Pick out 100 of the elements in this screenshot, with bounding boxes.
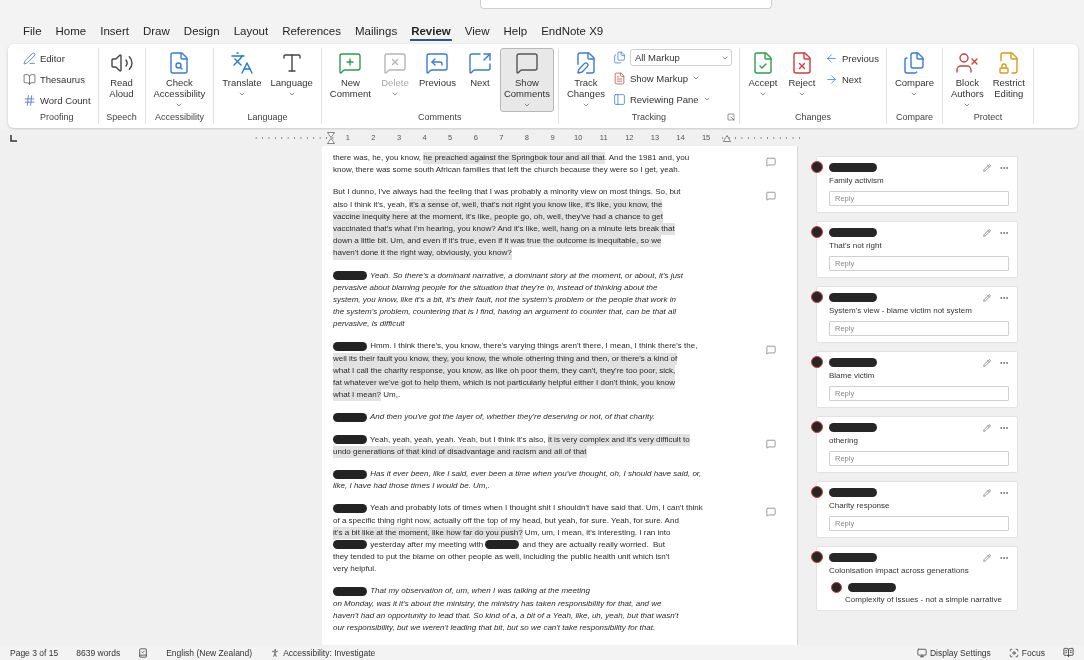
ribbon-button[interactable]: Previous [821, 49, 882, 67]
menu-tab[interactable]: Design [182, 23, 221, 41]
redaction-mark [485, 540, 520, 550]
transcript-text: yesterday after my meeting with [369, 538, 485, 551]
redaction-mark [848, 583, 896, 592]
tab-selector-icon[interactable] [10, 134, 17, 142]
comment-icon[interactable] [766, 507, 776, 518]
comment-text: othering [829, 436, 859, 445]
transcript-text: it is very complex and it's very difficult to [547, 433, 690, 446]
comment-share-icon [467, 51, 492, 75]
pencil-icon[interactable] [983, 358, 991, 367]
search-field[interactable] [480, 0, 772, 9]
caret-icon [702, 95, 711, 103]
transcript-text: it's a bit like at the moment, like how far do you push? [333, 526, 523, 539]
transcript-text: Um, um, I mean, it's interesting. I ran into [523, 526, 671, 539]
caret-icon [910, 90, 919, 98]
read-mode-icon[interactable] [1063, 647, 1074, 658]
transcript-text: the system's problem, countering that is I find, having an argument to counter that, can be that all [333, 306, 677, 319]
ribbon-button[interactable]: Reject [782, 48, 821, 112]
pencil-icon[interactable] [983, 228, 991, 237]
redaction-mark [829, 293, 877, 302]
ribbon-button[interactable]: Check Accessibility [149, 48, 210, 112]
transcript-text: Yeah, yeah, yeah, yeah. Yeah, but I think it's also, [369, 433, 547, 446]
transcript-text: system, you know, like it's a bit, it's their fault, not the system's problem or the people that work in [333, 293, 676, 306]
launcher-icon[interactable] [726, 113, 735, 121]
ribbon-button[interactable]: Next [821, 70, 882, 88]
caret-icon [581, 101, 590, 109]
indent-marker-icon[interactable] [327, 132, 335, 144]
focus-button[interactable]: Focus [1008, 647, 1045, 658]
ribbon-button[interactable]: Language [266, 48, 317, 112]
pencil-icon[interactable] [983, 163, 991, 172]
redaction-mark [333, 271, 367, 281]
comment-text: Charity response [829, 501, 891, 510]
comment-icon[interactable] [766, 191, 776, 202]
speaker-icon [109, 51, 134, 75]
avatar [811, 356, 823, 368]
transcript-text: But I dunno, I've always had the feeling that I was probably a minority view on most things. So, but [333, 186, 681, 199]
transcript-text: undo generations of that kind of disadvantage and racism and all of that [333, 445, 587, 458]
menu-tab[interactable]: View [463, 23, 491, 41]
language-label[interactable]: English (New Zealand) [166, 647, 253, 658]
group-label: Speech [106, 112, 137, 124]
page-count[interactable]: Page 3 of 15 [10, 647, 59, 658]
pencil-icon[interactable] [983, 293, 991, 302]
ribbon-button[interactable]: New Comment [325, 48, 375, 112]
indent-marker-icon[interactable] [722, 134, 731, 142]
caret-icon [797, 90, 806, 98]
comment-icon[interactable] [766, 438, 776, 449]
menu-tab[interactable]: Home [54, 23, 88, 41]
transcript-text: they tended to put the blame on other people as well, including the public health unit which isn't [333, 551, 670, 564]
markup-select[interactable]: All Markup [629, 49, 732, 66]
avatar [831, 582, 842, 593]
ribbon-button[interactable]: Track Changes [562, 48, 609, 112]
comment-icon[interactable] [766, 345, 776, 356]
display-settings-button[interactable]: Display Settings [916, 647, 991, 658]
group-label: Tracking [631, 112, 666, 124]
menu-tab[interactable]: References [281, 23, 342, 41]
menu-tab[interactable]: Insert [99, 23, 130, 41]
ribbon-button[interactable]: Translate [218, 48, 266, 112]
proofing-icon[interactable] [138, 647, 149, 658]
ribbon-button[interactable]: Editor [20, 49, 94, 67]
menu-tab[interactable]: Mailings [354, 23, 399, 41]
menu-tab[interactable]: Review [410, 23, 452, 41]
ribbon-button[interactable]: Previous [415, 48, 460, 112]
ribbon-button[interactable]: Accept [743, 48, 782, 112]
menu-tab[interactable]: Help [502, 23, 529, 41]
caret-icon [522, 101, 531, 109]
hash-icon [23, 93, 36, 107]
transcript-text: like, I have had those times I would be. Um,. [333, 480, 490, 493]
ribbon-button[interactable]: Block Authors [946, 48, 988, 112]
menu-tab[interactable]: EndNote X9 [540, 23, 605, 41]
files-icon [612, 51, 626, 64]
pencil-icon[interactable] [983, 488, 991, 497]
pencil-icon[interactable] [983, 423, 991, 432]
arrow-left-icon [824, 51, 838, 65]
word-count[interactable]: 8639 words [76, 647, 121, 658]
menu-tab[interactable]: Draw [142, 23, 171, 41]
redaction-mark [333, 469, 367, 479]
ribbon-button[interactable]: Thesaurus [20, 70, 94, 88]
menu-tab[interactable]: File [22, 23, 43, 41]
comment-text: Colonisation impact across generations [829, 566, 970, 575]
avatar [811, 421, 823, 433]
menu-tab[interactable]: Layout [232, 23, 270, 41]
pencil-icon[interactable] [983, 553, 991, 562]
redaction-mark [333, 412, 367, 422]
comment-icon[interactable] [766, 157, 776, 167]
monitor-icon [916, 647, 927, 658]
files-icon [902, 51, 927, 75]
group-label: Proofing [40, 112, 74, 124]
ribbon-button[interactable]: Show Markup [609, 69, 735, 87]
ribbon-button[interactable]: Reviewing Pane [609, 90, 735, 108]
ribbon-button[interactable]: Next [460, 48, 499, 112]
ribbon-button[interactable]: Read Aloud [102, 48, 141, 112]
accessibility-button[interactable]: Accessibility: Investigate [270, 647, 376, 658]
redaction-mark [829, 423, 877, 432]
ribbon-button[interactable]: Compare [890, 48, 938, 112]
transcript-text: Yeah and probably lots of times when I thought shit I shouldn't have said that. Um, I can't think [369, 502, 703, 515]
ribbon-button[interactable]: Word Count [20, 91, 94, 109]
ribbon-button[interactable]: Restrict Editing [988, 48, 1029, 112]
ribbon-button[interactable]: Show Comments [499, 48, 554, 112]
transcript-text: down a little bit. Um, and even if it's true, even if it was true the outcome is inequitable, so we [333, 235, 662, 248]
